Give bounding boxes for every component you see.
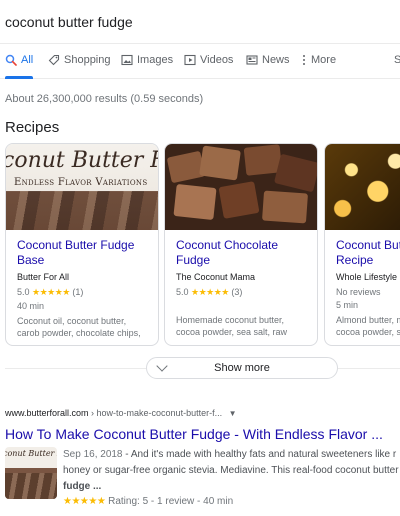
recipe-rating: 5.0 ★★★★★ (1) [17,287,84,297]
tab-label: Videos [200,54,234,66]
recipe-ingredients: Almond butter, m cocoa powder, sh [336,315,400,337]
result-thumbnail[interactable]: conut Butter Fudg [5,447,57,499]
result-snippet: Sep 16, 2018 - And it's made with health… [63,449,399,492]
tab-label: Images [137,54,174,66]
thumbnail-caption: conut Butter Fudg [5,449,57,458]
search-tabs: All Shopping Images Videos News More S [0,54,400,79]
recipe-source: The Coconut Mama [176,272,256,282]
tab-videos[interactable]: Videos [184,54,233,78]
recipes-heading: Recipes [5,119,60,136]
divider [5,368,146,369]
stars-icon: ★★★★★ [191,287,229,297]
show-more-button[interactable]: Show more [146,357,338,379]
image-caption: conut Butter Fud [5,148,158,173]
tab-label: News [262,54,290,66]
tab-more[interactable]: More [301,54,336,78]
stars-icon: ★★★★★ [63,496,106,507]
play-icon [184,54,196,66]
search-icon [5,54,17,66]
stars-icon: ★★★★★ [32,287,70,297]
tab-label: All [21,54,34,66]
tab-news[interactable]: News [246,54,290,78]
image-subcaption: Endless Flavor Variations [14,177,148,188]
recipe-image: conut Butter Fud Endless Flavor Variatio… [6,144,158,230]
tab-all[interactable]: All [5,54,34,79]
recipe-source: Butter For All [17,272,70,282]
recipe-ingredients: Homemade coconut butter, cocoa powder, s… [176,315,288,337]
chevron-down-icon [156,360,168,372]
recipe-time: 5 min [336,300,359,310]
result-rating: ★★★★★ Rating: 5 - 1 review - 40 min [63,496,234,507]
tag-icon [48,54,60,66]
recipe-image [325,144,400,230]
recipe-card[interactable]: Coconut But Recipe Whole Lifestyle N No … [324,143,400,346]
recipe-source: Whole Lifestyle N [336,272,400,282]
divider [338,368,400,369]
recipe-image [165,144,317,230]
image-icon [121,54,133,66]
recipe-rating: No reviews [336,287,381,297]
search-box[interactable]: coconut butter fudge [0,0,400,44]
tab-label: S [394,54,400,66]
recipe-title[interactable]: Coconut But Recipe [336,238,400,268]
tab-settings[interactable]: S [394,54,400,78]
recipe-ingredients: Coconut oil, coconut butter, carob powde… [17,316,141,338]
tab-images[interactable]: Images [121,54,173,78]
result-title-link[interactable]: How To Make Coconut Butter Fudge - With … [5,426,383,442]
recipe-rating: 5.0 ★★★★★ (3) [176,287,243,297]
tab-label: More [311,54,337,66]
news-icon [246,55,258,65]
recipe-time: 40 min [17,301,45,311]
recipe-card[interactable]: conut Butter Fud Endless Flavor Variatio… [5,143,159,346]
recipe-card[interactable]: Coconut Chocolate Fudge The Coconut Mama… [164,143,318,346]
caret-down-icon[interactable]: ▼ [229,409,237,418]
result-stats: About 26,300,000 results (0.59 seconds) [5,93,204,105]
tab-label: Shopping [64,54,111,66]
tab-shopping[interactable]: Shopping [48,54,111,78]
result-url[interactable]: www.butterforall.com › how-to-make-cocon… [5,408,237,418]
recipe-title[interactable]: Coconut Chocolate Fudge [176,238,311,268]
search-input[interactable]: coconut butter fudge [5,14,133,30]
recipe-title[interactable]: Coconut Butter Fudge Base [17,238,152,268]
kebab-icon [303,55,305,65]
